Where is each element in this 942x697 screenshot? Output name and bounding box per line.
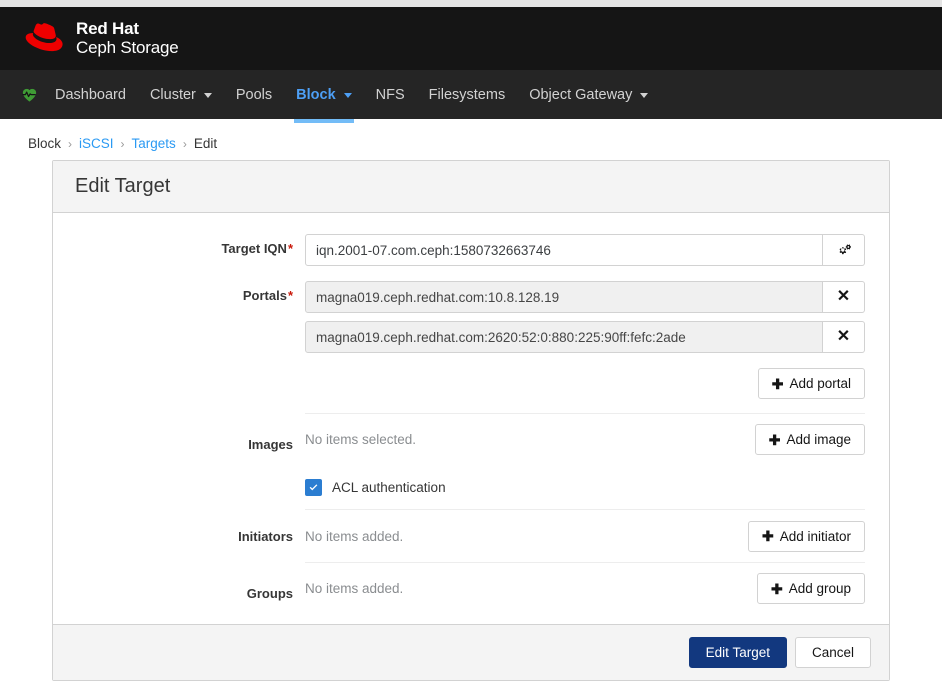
form-row-initiators: Initiators No items added. ✚ Add initiat… xyxy=(77,510,865,562)
required-marker: * xyxy=(287,288,293,303)
masthead: Red Hat Ceph Storage xyxy=(0,7,942,70)
brand-name-primary: Red Hat xyxy=(76,19,139,39)
label-groups: Groups xyxy=(77,562,305,601)
nav-label-dashboard: Dashboard xyxy=(55,86,126,103)
browser-top-strip xyxy=(0,0,942,7)
initiators-empty-text: No items added. xyxy=(305,528,404,544)
add-portal-row: ✚ Add portal xyxy=(305,361,865,413)
nav-item-dashboard[interactable]: Dashboard xyxy=(43,70,138,119)
plus-icon: ✚ xyxy=(771,375,784,392)
target-iqn-settings-button[interactable] xyxy=(823,234,865,266)
brand-logo[interactable]: Red Hat Ceph Storage xyxy=(22,19,179,57)
label-text-groups: Groups xyxy=(246,586,293,601)
main-navigation: Dashboard Cluster Pools Block NFS Filesy… xyxy=(0,70,942,123)
acl-authentication-label[interactable]: ACL authentication xyxy=(332,480,446,495)
chevron-down-icon xyxy=(203,93,212,98)
nav-item-object-gateway[interactable]: Object Gateway xyxy=(517,70,660,119)
label-text-images: Images xyxy=(248,437,293,452)
edit-target-submit-button[interactable]: Edit Target xyxy=(688,637,787,668)
edit-target-card: Edit Target Target IQN* iqn.2001-07.com.… xyxy=(52,160,890,681)
redhat-fedora-logo-icon xyxy=(22,22,66,56)
groups-empty-text: No items added. xyxy=(305,581,404,596)
portal-row: ✕ xyxy=(305,321,865,353)
nav-item-filesystems[interactable]: Filesystems xyxy=(417,70,518,119)
times-icon: ✕ xyxy=(836,328,851,345)
breadcrumb-item-edit: Edit xyxy=(193,136,218,151)
images-empty-text: No items selected. xyxy=(305,432,417,447)
label-initiators: Initiators xyxy=(77,510,305,544)
nav-label-block: Block xyxy=(296,86,336,103)
plus-icon: ✚ xyxy=(761,528,774,544)
nav-item-nfs[interactable]: NFS xyxy=(364,70,417,119)
card-footer: Edit Target Cancel xyxy=(53,624,889,680)
breadcrumb-separator: › xyxy=(182,136,187,151)
portal-value-input-1[interactable] xyxy=(305,281,823,313)
form-row-portals: Portals* ✕ ✕ ✚ A xyxy=(77,274,865,413)
add-portal-button[interactable]: ✚ Add portal xyxy=(757,368,865,399)
label-text-target-iqn: Target IQN xyxy=(221,241,287,256)
nav-label-filesystems: Filesystems xyxy=(428,86,506,103)
label-target-iqn: Target IQN* xyxy=(77,227,305,256)
form-row-acl-authentication: ACL authentication xyxy=(77,465,865,510)
nav-label-pools: Pools xyxy=(235,86,273,103)
nav-item-block[interactable]: Block xyxy=(284,70,364,123)
nav-item-pools[interactable]: Pools xyxy=(224,70,284,119)
add-portal-label: Add portal xyxy=(789,376,851,391)
label-acl-spacer xyxy=(77,465,305,479)
acl-authentication-row[interactable]: ACL authentication xyxy=(305,465,865,510)
form-row-groups: Groups No items added. ✚ Add group xyxy=(77,562,865,614)
label-text-initiators: Initiators xyxy=(238,529,293,544)
nav-item-cluster[interactable]: Cluster xyxy=(138,70,224,119)
page-title: Edit Target xyxy=(53,161,889,213)
plus-icon: ✚ xyxy=(768,431,781,448)
cogs-icon xyxy=(836,243,851,258)
remove-portal-button-2[interactable]: ✕ xyxy=(823,321,865,353)
nav-label-nfs: NFS xyxy=(375,86,405,103)
cluster-health-indicator xyxy=(20,70,43,119)
breadcrumb-item-iscsi[interactable]: iSCSI xyxy=(79,136,114,151)
breadcrumb-separator: › xyxy=(68,136,73,151)
add-group-label: Add group xyxy=(788,581,851,596)
add-group-button[interactable]: ✚ Add group xyxy=(756,573,865,604)
nav-label-cluster: Cluster xyxy=(149,86,196,103)
add-image-button[interactable]: ✚ Add image xyxy=(754,424,865,455)
form-row-images: Images No items selected. ✚ Add image xyxy=(77,413,865,465)
add-initiator-button[interactable]: ✚ Add initiator xyxy=(747,520,865,552)
label-portals: Portals* xyxy=(77,274,305,303)
breadcrumb-item-targets[interactable]: Targets xyxy=(132,136,176,151)
heartbeat-icon xyxy=(20,85,39,104)
brand-name-secondary: Ceph Storage xyxy=(76,37,179,57)
images-row: No items selected. ✚ Add image xyxy=(305,413,865,465)
add-image-label: Add image xyxy=(786,432,851,447)
plus-icon: ✚ xyxy=(770,580,783,597)
nav-label-object-gateway: Object Gateway xyxy=(529,86,633,103)
portal-value-input-2[interactable] xyxy=(305,321,823,353)
cancel-button[interactable]: Cancel xyxy=(794,637,871,668)
breadcrumb-item-block: Block xyxy=(28,136,62,151)
groups-row: No items added. ✚ Add group xyxy=(305,562,865,614)
acl-authentication-checkbox[interactable] xyxy=(305,479,322,496)
required-marker: * xyxy=(287,241,293,256)
initiators-row: No items added. ✚ Add initiator xyxy=(305,510,865,562)
chevron-down-icon xyxy=(343,93,352,98)
form-row-target-iqn: Target IQN* xyxy=(77,227,865,274)
remove-portal-button-1[interactable]: ✕ xyxy=(823,281,865,313)
breadcrumb-separator: › xyxy=(120,136,125,151)
portal-row: ✕ xyxy=(305,281,865,313)
edit-target-form: Target IQN* Portals* xyxy=(53,213,889,624)
check-icon xyxy=(309,484,318,491)
label-images: Images xyxy=(77,413,305,452)
target-iqn-input[interactable] xyxy=(305,234,823,266)
label-text-portals: Portals xyxy=(242,288,287,303)
times-icon: ✕ xyxy=(836,288,851,305)
chevron-down-icon xyxy=(640,93,649,98)
add-initiator-label: Add initiator xyxy=(779,528,851,544)
breadcrumb: Block › iSCSI › Targets › Edit xyxy=(0,119,942,155)
